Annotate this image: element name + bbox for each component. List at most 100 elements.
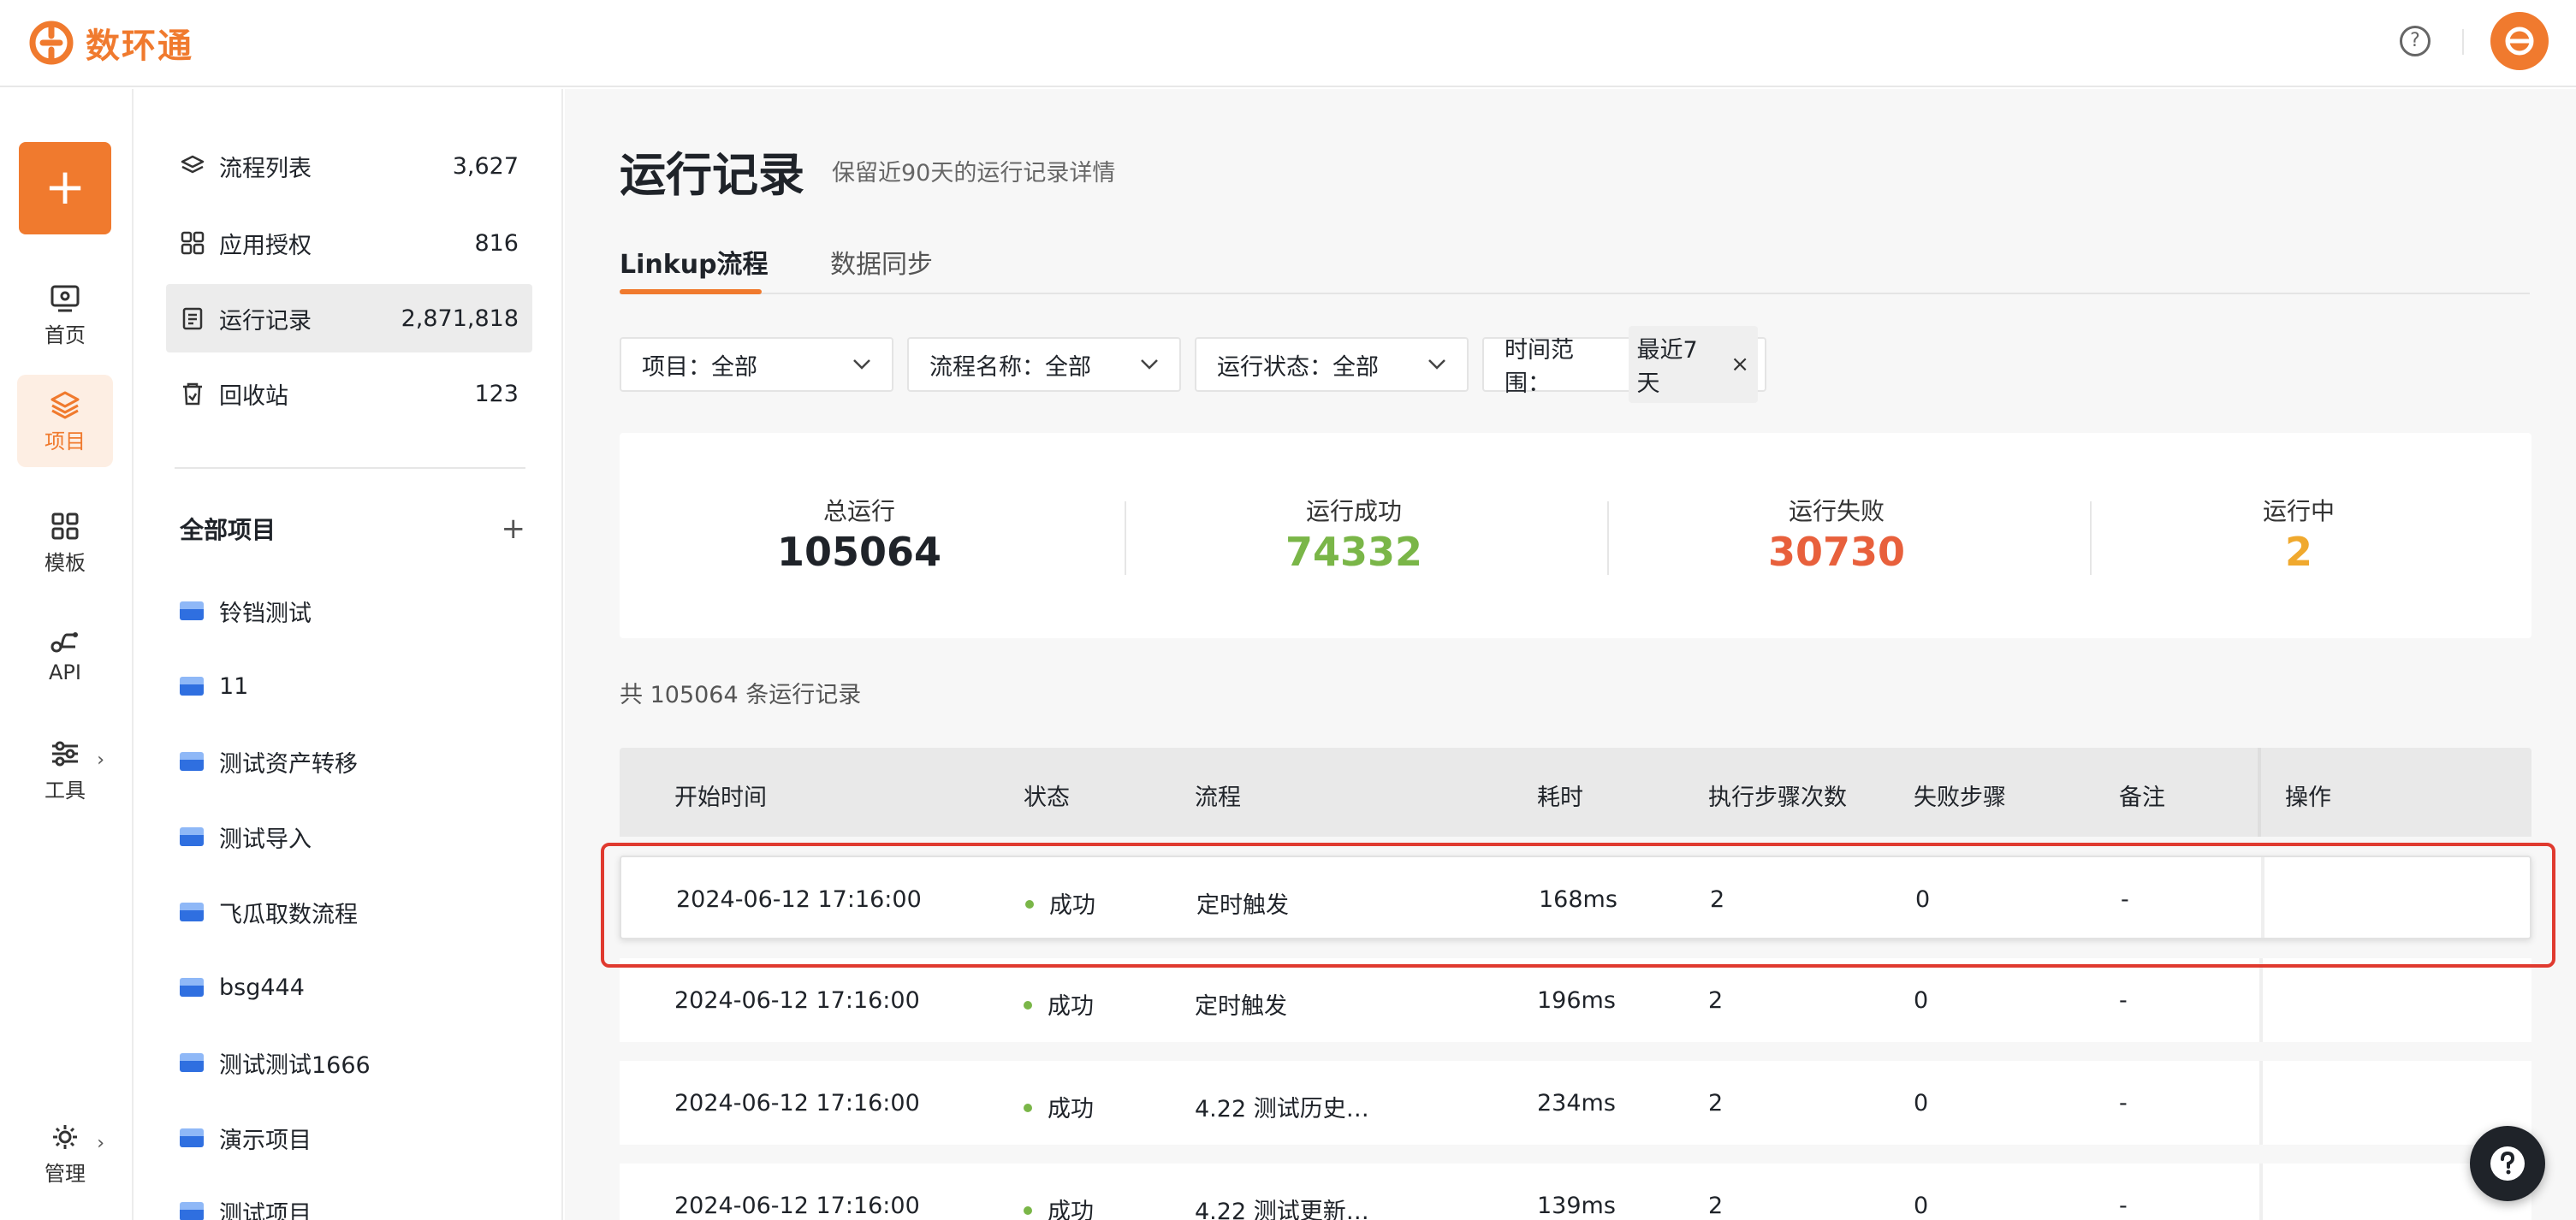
- project-filter[interactable]: 项目：全部: [620, 337, 893, 392]
- rail-item-templates[interactable]: 模板: [17, 496, 113, 589]
- folder-icon: [180, 601, 204, 620]
- sidebar-item-count: 816: [474, 229, 519, 257]
- help-icon[interactable]: ?: [2400, 26, 2431, 56]
- secondary-sidebar: 流程列表 3,627 应用授权 816 运行记录 2,871,818 回收站 1…: [135, 89, 563, 1220]
- folder-icon: [180, 1053, 204, 1072]
- stat-label: 总运行: [822, 497, 895, 525]
- project-item[interactable]: 铃铛测试: [180, 585, 312, 637]
- layers-icon: [50, 391, 80, 419]
- tab-data-sync[interactable]: 数据同步: [830, 243, 933, 281]
- project-item[interactable]: 11: [180, 660, 248, 712]
- chevron-down-icon: [1141, 359, 1158, 370]
- project-item[interactable]: 演示项目: [180, 1112, 312, 1164]
- column-header: 操作: [2285, 785, 2331, 811]
- stat-value: 30730: [1767, 529, 1906, 575]
- filter-label: 时间范围：: [1505, 337, 1574, 397]
- time-range-value: 最近7天: [1636, 337, 1698, 397]
- cell-flow[interactable]: 4.22 测试历史…: [1195, 1090, 1369, 1123]
- cell-flow[interactable]: 4.22 测试更新…: [1195, 1193, 1369, 1220]
- project-label: 铃铛测试: [219, 600, 312, 627]
- column-header[interactable]: 流程: [1195, 779, 1241, 812]
- sidebar-item-app-auth[interactable]: 应用授权 816: [166, 209, 532, 277]
- sidebar-item-run-records[interactable]: 运行记录 2,871,818: [166, 284, 532, 352]
- sidebar-item-flow-list[interactable]: 流程列表 3,627: [166, 132, 532, 200]
- status-dot: [1024, 1103, 1032, 1112]
- cell-start-time: 2024-06-12 17:16:00: [674, 987, 920, 1014]
- project-label: 测试资产转移: [219, 750, 358, 778]
- chevron-right-icon: ›: [97, 749, 104, 771]
- brand-logo-icon: [29, 21, 74, 65]
- cell-failed-steps: 0: [1914, 1193, 1929, 1219]
- avatar[interactable]: [2490, 12, 2549, 70]
- rail-item-home[interactable]: 首页: [17, 269, 113, 361]
- sliders-icon: [52, 741, 78, 767]
- tab-linkup-flow[interactable]: Linkup流程: [620, 243, 769, 281]
- status-text: 成功: [1048, 1199, 1094, 1220]
- project-item[interactable]: 测试资产转移: [180, 736, 358, 787]
- table-row[interactable]: 2024-06-12 17:16:00 成功 4.22 测试历史… 234ms …: [620, 1061, 2531, 1145]
- projects-title: 全部项目: [180, 516, 276, 544]
- table-row[interactable]: 2024-06-12 17:16:00 成功 4.22 测试更新… 139ms …: [620, 1164, 2531, 1220]
- column-header[interactable]: 失败步骤: [1914, 779, 2006, 812]
- stat-value: 2: [2284, 529, 2312, 575]
- rail-item-api[interactable]: API: [17, 611, 113, 703]
- layers-icon: [181, 155, 205, 174]
- create-button[interactable]: +: [19, 142, 111, 234]
- floating-help-button[interactable]: [2470, 1126, 2545, 1201]
- stat-success: 运行成功 74332: [1114, 433, 1594, 638]
- rail-item-manage[interactable]: 管理 ›: [17, 1107, 113, 1199]
- cell-status: 成功: [1024, 1090, 1094, 1123]
- action-column: [2259, 1061, 2263, 1145]
- cell-note: -: [2119, 987, 2128, 1014]
- time-range-filter[interactable]: 时间范围： 最近7天 ×: [1482, 326, 1766, 403]
- cell-start-time: 2024-06-12 17:16:00: [674, 1090, 920, 1116]
- column-header[interactable]: 状态: [1024, 779, 1070, 812]
- project-label: 11: [219, 672, 249, 700]
- project-item[interactable]: 测试测试1666: [180, 1037, 371, 1088]
- status-filter[interactable]: 运行状态：全部: [1195, 337, 1469, 392]
- column-header[interactable]: 开始时间: [674, 779, 767, 812]
- rail-label-manage: 管理: [45, 1162, 86, 1186]
- folder-icon: [180, 677, 204, 696]
- project-item[interactable]: 测试导入: [180, 811, 312, 862]
- project-label: bsg444: [219, 974, 305, 1001]
- folder-icon: [180, 903, 204, 921]
- record-count: 共 105064 条运行记录: [620, 682, 862, 708]
- project-label: 演示项目: [219, 1127, 312, 1154]
- filter-label: 流程名称：全部: [929, 353, 1091, 381]
- project-item[interactable]: bsg444: [180, 962, 305, 1013]
- filter-label: 项目：全部: [642, 353, 757, 381]
- column-header[interactable]: 耗时: [1537, 779, 1583, 812]
- rail-item-tools[interactable]: 工具 ›: [17, 724, 113, 816]
- tabs-baseline: [620, 293, 2530, 294]
- project-label: 测试导入: [219, 826, 312, 853]
- tab-active-indicator: [620, 289, 762, 294]
- column-header[interactable]: 备注: [2119, 779, 2165, 812]
- stat-failed: 运行失败 30730: [1597, 433, 2076, 638]
- header-divider: [2462, 29, 2464, 55]
- question-icon: [2490, 1146, 2525, 1181]
- rail-item-projects[interactable]: 项目: [17, 375, 113, 467]
- project-item[interactable]: 测试项目: [180, 1186, 312, 1220]
- page-subtitle: 保留近90天的运行记录详情: [832, 160, 1116, 187]
- cell-flow[interactable]: 定时触发: [1195, 987, 1287, 1021]
- close-icon[interactable]: ×: [1730, 352, 1749, 377]
- cell-duration: 196ms: [1537, 987, 1616, 1014]
- table-header: 开始时间 状态 流程 耗时 执行步骤次数 失败步骤 备注 操作: [620, 748, 2531, 837]
- rail-label-home: 首页: [45, 323, 86, 347]
- rail-label-templates: 模板: [45, 551, 86, 575]
- table-row[interactable]: 2024-06-12 17:16:00 成功 定时触发 196ms 2 0 -: [620, 958, 2531, 1042]
- sidebar-item-label: 回收站: [219, 382, 288, 410]
- sidebar-item-recycle-bin[interactable]: 回收站 123: [166, 359, 532, 428]
- stat-label: 运行中: [2262, 497, 2335, 525]
- logo[interactable]: 数环通: [27, 12, 193, 74]
- column-header[interactable]: 执行步骤次数: [1708, 779, 1847, 812]
- project-item[interactable]: 飞瓜取数流程: [180, 886, 358, 938]
- cell-status: 成功: [1024, 1193, 1094, 1220]
- grid-icon: [181, 231, 205, 255]
- icon-rail: + 首页 项目 模板 API 工具 › 管理 ›: [0, 89, 134, 1220]
- add-project-button[interactable]: +: [502, 512, 526, 546]
- cell-status: 成功: [1024, 987, 1094, 1021]
- flow-name-filter[interactable]: 流程名称：全部: [907, 337, 1181, 392]
- grid-icon: [51, 512, 79, 540]
